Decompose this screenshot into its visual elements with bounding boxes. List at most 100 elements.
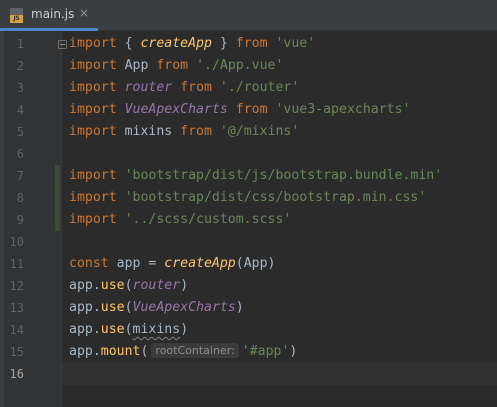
line-number: 5: [16, 125, 24, 139]
code-token: './router': [219, 80, 300, 95]
code-line[interactable]: app.use(router): [69, 275, 188, 297]
code-token: (: [124, 278, 133, 293]
code-token: createApp: [164, 256, 236, 271]
code-token: mixins: [132, 322, 181, 337]
code-token: from: [180, 80, 212, 95]
code-token: use: [100, 278, 125, 293]
code-token: router: [132, 278, 181, 293]
code-token: ): [289, 344, 298, 359]
code-line[interactable]: import '../scss/custom.scss': [69, 209, 291, 231]
line-number: 11: [9, 257, 24, 271]
code-token: 'bootstrap/dist/css/bootstrap.min.css': [124, 190, 427, 205]
code-token: './App.vue': [196, 58, 284, 73]
fold-icon[interactable]: [58, 40, 67, 49]
javascript-file-icon: JS: [10, 8, 23, 23]
line-number: 6: [16, 147, 24, 161]
code-line[interactable]: const app = createApp(App): [69, 253, 275, 275]
line-number: 15: [9, 345, 24, 359]
code-token: }: [211, 36, 236, 51]
parameter-hint: rootContainer:: [151, 343, 239, 358]
code-line[interactable]: import 'bootstrap/dist/js/bootstrap.bund…: [69, 165, 442, 187]
code-token: {: [116, 36, 141, 51]
line-number: 1: [16, 37, 24, 51]
code-token: app.: [69, 300, 101, 315]
line-number: 3: [16, 81, 24, 95]
line-number: 13: [9, 301, 24, 315]
code-token: 'bootstrap/dist/js/bootstrap.bundle.min': [124, 168, 443, 183]
line-number: 8: [16, 191, 24, 205]
code-token: import: [69, 124, 117, 139]
tab-main-js[interactable]: JS main.js ×: [0, 0, 98, 31]
code-token: App: [116, 58, 157, 73]
current-line-highlight: [62, 363, 497, 385]
line-number: 10: [9, 235, 24, 249]
code-token: '../scss/custom.scss': [124, 212, 292, 227]
code-token: ): [180, 278, 189, 293]
code-token: import: [69, 80, 117, 95]
code-token: (: [140, 344, 149, 359]
code-token: mount: [100, 344, 141, 359]
code-token: VueApexCharts: [132, 300, 236, 315]
code-token: 'vue3-apexcharts': [275, 102, 411, 117]
code-token: from: [235, 36, 268, 51]
code-line[interactable]: import App from './App.vue': [69, 55, 283, 77]
tab-label: main.js: [31, 7, 75, 21]
code-token: router: [124, 80, 173, 95]
close-icon[interactable]: ×: [79, 6, 89, 20]
code-token: import: [69, 36, 117, 51]
code-line[interactable]: app.use(mixins): [69, 319, 188, 341]
code-token: createApp: [140, 36, 212, 51]
code-token: import: [69, 190, 117, 205]
line-number: 16: [9, 367, 24, 381]
code-line[interactable]: import mixins from '@/mixins': [69, 121, 299, 143]
code-token: (: [124, 322, 133, 337]
code-token: ): [180, 322, 189, 337]
code-token: from: [180, 124, 212, 139]
line-number: 14: [9, 323, 24, 337]
code-line[interactable]: import { createApp } from 'vue': [69, 33, 315, 55]
code-token: import: [69, 168, 117, 183]
code-token: app.: [69, 344, 101, 359]
code-token: const: [69, 256, 109, 271]
line-number: 12: [9, 279, 24, 293]
code-token: use: [100, 322, 125, 337]
code-token: '#app': [241, 344, 290, 359]
code-token: app.: [69, 278, 101, 293]
editor-tab-bar: JS main.js ×: [0, 0, 497, 31]
line-number: 7: [16, 169, 24, 183]
code-token: 'vue': [275, 36, 316, 51]
vcs-change-marker[interactable]: [55, 165, 60, 187]
code-line[interactable]: app.mount(rootContainer: '#app'): [69, 341, 297, 363]
code-line[interactable]: import VueApexCharts from 'vue3-apexchar…: [69, 99, 410, 121]
code-token: VueApexCharts: [124, 102, 228, 117]
line-number: 2: [16, 59, 24, 73]
code-token: from: [156, 58, 189, 73]
code-token: '@/mixins': [219, 124, 300, 139]
code-token: app =: [108, 256, 165, 271]
code-token: ): [235, 300, 244, 315]
vcs-change-marker[interactable]: [55, 209, 60, 231]
code-token: mixins: [116, 124, 181, 139]
code-token: from: [235, 102, 268, 117]
code-token: app.: [69, 322, 101, 337]
line-number: 4: [16, 103, 24, 117]
code-token: (: [124, 300, 133, 315]
code-token: import: [69, 212, 117, 227]
code-line[interactable]: import router from './router': [69, 77, 299, 99]
code-line[interactable]: app.use(VueApexCharts): [69, 297, 244, 319]
code-token: (App): [235, 256, 276, 271]
code-token: import: [69, 102, 117, 117]
line-number: 9: [16, 213, 24, 227]
code-token: import: [69, 58, 117, 73]
code-line[interactable]: import 'bootstrap/dist/css/bootstrap.min…: [69, 187, 426, 209]
ide-window: JS main.js × 1 import { createApp } from …: [0, 0, 497, 407]
vcs-change-marker[interactable]: [55, 187, 60, 209]
